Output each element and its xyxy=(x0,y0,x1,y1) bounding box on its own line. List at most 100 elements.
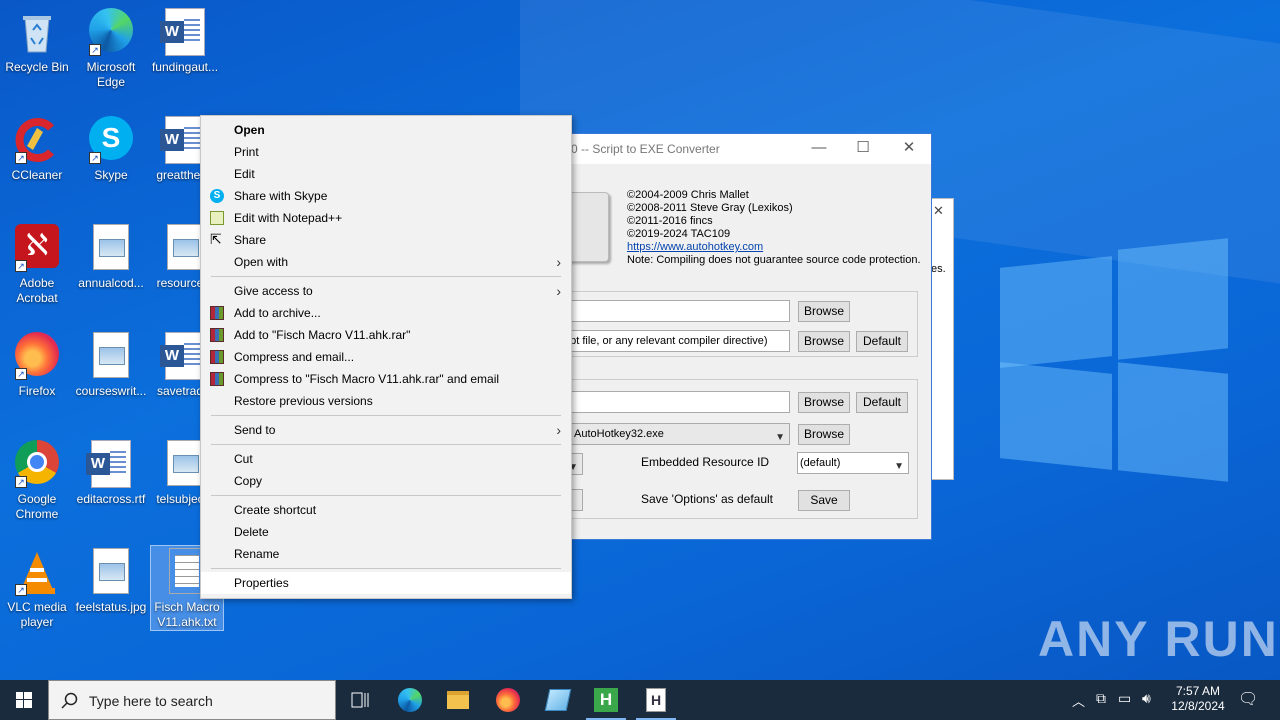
close-icon[interactable]: ✕ xyxy=(933,203,944,219)
source-script-field[interactable] xyxy=(561,300,790,322)
maximize-button[interactable]: ☐ xyxy=(853,138,873,158)
minimize-button[interactable]: — xyxy=(809,138,829,158)
autohotkey-link[interactable]: https://www.autohotkey.com xyxy=(627,241,763,253)
menu-item-edit-with-notepad-plus[interactable]: Edit with Notepad++ xyxy=(201,207,571,229)
default-destination-button[interactable]: Default xyxy=(856,331,908,352)
menu-separator xyxy=(211,276,561,277)
file-explorer-icon xyxy=(447,691,469,709)
destination-field[interactable]: ript file, or any relevant compiler dire… xyxy=(561,330,790,352)
clock-time: 7:57 AM xyxy=(1175,684,1221,698)
menu-item-create-shortcut[interactable]: Create shortcut xyxy=(201,499,571,521)
custom-icon-field[interactable] xyxy=(561,391,790,413)
desktop-icon-ccleaner[interactable]: ↗ CCleaner xyxy=(0,116,74,183)
menu-item-compress-to-rar-and-email[interactable]: Compress to "Fisch Macro V11.ahk.rar" an… xyxy=(201,368,571,390)
browse-base-button[interactable]: Browse xyxy=(798,424,850,445)
windows-logo-icon xyxy=(16,692,32,708)
shortcut-arrow-icon: ↗ xyxy=(89,152,101,164)
firefox-icon xyxy=(496,688,520,712)
menu-item-send-to[interactable]: Send to › xyxy=(201,419,571,441)
menu-item-give-access-to[interactable]: Give access to › xyxy=(201,280,571,302)
desktop-icon-adobe-acrobat[interactable]: ℵ ↗ Adobe Acrobat xyxy=(0,224,74,306)
chevron-up-icon[interactable]: ︿ xyxy=(1072,691,1085,710)
menu-separator xyxy=(211,568,561,569)
menu-item-compress-and-email[interactable]: Compress and email... xyxy=(201,346,571,368)
acrobat-icon: ℵ ↗ xyxy=(13,224,61,272)
menu-item-delete[interactable]: Delete xyxy=(201,521,571,543)
taskbar-ahk-compiler[interactable]: H xyxy=(632,680,680,720)
desktop-icon-fundingaut[interactable]: W fundingaut... xyxy=(148,8,222,75)
desktop-icon-recycle-bin[interactable]: Recycle Bin xyxy=(0,8,74,75)
embedded-resource-label: Embedded Resource ID xyxy=(641,455,770,469)
desktop-icon-editacross[interactable]: W editacross.rtf xyxy=(74,440,148,507)
shortcut-arrow-icon: ↗ xyxy=(89,44,101,56)
credit-line: ©2019-2024 TAC109 xyxy=(627,228,731,240)
desktop-icon-label: Google Chrome xyxy=(15,492,59,521)
clock[interactable]: 7:57 AM 12/8/2024 xyxy=(1168,684,1228,714)
network-icon[interactable]: ▭ xyxy=(1118,690,1131,707)
word-doc-icon: W xyxy=(160,8,209,56)
browse-source-button[interactable]: Browse xyxy=(798,301,850,322)
desktop-icon-courseswrit[interactable]: courseswrit... xyxy=(74,332,148,399)
desktop-icon-annualcod[interactable]: annualcod... xyxy=(74,224,148,291)
taskbar-edge[interactable] xyxy=(386,680,434,720)
menu-item-edit[interactable]: Edit xyxy=(201,163,571,185)
taskbar-firefox[interactable] xyxy=(484,680,532,720)
browse-destination-button[interactable]: Browse xyxy=(798,331,850,352)
menu-item-rename[interactable]: Rename xyxy=(201,543,571,565)
taskbar-search-box[interactable]: Type here to search xyxy=(48,680,336,720)
desktop-icon-label: Skype xyxy=(94,168,128,182)
credit-line: ©2008-2011 Steve Gray (Lexikos) xyxy=(627,202,793,214)
window-titlebar[interactable]: 0 -- Script to EXE Converter — ☐ ✕ xyxy=(561,134,931,164)
desktop-icon-vlc[interactable]: ↗ VLC media player xyxy=(0,548,74,630)
menu-item-cut[interactable]: Cut xyxy=(201,448,571,470)
start-button[interactable] xyxy=(0,680,48,720)
winrar-icon xyxy=(210,350,224,364)
ccleaner-icon: ↗ xyxy=(13,116,61,164)
volume-icon[interactable]: 🔊︎ xyxy=(1142,690,1151,707)
menu-item-open[interactable]: Open xyxy=(201,119,571,141)
desktop-icon-skype[interactable]: S ↗ Skype xyxy=(74,116,148,183)
desktop-icon-microsoft-edge[interactable]: ↗ Microsoft Edge xyxy=(74,8,148,90)
image-file-icon xyxy=(87,332,135,380)
default-icon-button[interactable]: Default xyxy=(856,392,908,413)
desktop-icon-firefox[interactable]: ↗ Firefox xyxy=(0,332,74,399)
compile-note: Note: Compiling does not guarantee sourc… xyxy=(627,254,921,266)
winrar-icon xyxy=(210,306,224,320)
desktop-icon-google-chrome[interactable]: ↗ Google Chrome xyxy=(0,440,74,522)
menu-item-open-with[interactable]: Open with › xyxy=(201,251,571,273)
chevron-right-icon: › xyxy=(556,283,561,299)
save-options-label: Save 'Options' as default xyxy=(641,492,773,506)
desktop-icon-feelstatus[interactable]: feelstatus.jpg xyxy=(74,548,148,615)
notification-icon[interactable]: 🗨︎ xyxy=(1238,689,1258,709)
base-file-dropdown[interactable]: AutoHotkey32.exe ▼ xyxy=(571,423,790,445)
menu-item-add-to-rar[interactable]: Add to "Fisch Macro V11.ahk.rar" xyxy=(201,324,571,346)
taskbar: Type here to search H H ︿ ⧉ ▭ 🔊︎ 7:57 AM… xyxy=(0,680,1280,720)
image-file-icon xyxy=(87,548,135,596)
menu-item-restore-previous-versions[interactable]: Restore previous versions xyxy=(201,390,571,412)
chrome-icon: ↗ xyxy=(13,440,61,488)
desktop-icon-label: VLC media player xyxy=(7,600,67,629)
task-view-button[interactable] xyxy=(336,680,384,720)
menu-item-print[interactable]: Print xyxy=(201,141,571,163)
base-file-value: AutoHotkey32.exe xyxy=(574,428,664,440)
menu-separator xyxy=(211,495,561,496)
close-button[interactable]: ✕ xyxy=(899,138,919,158)
browse-icon-button[interactable]: Browse xyxy=(798,392,850,413)
embedded-resource-dropdown[interactable]: (default) ▼ xyxy=(797,452,909,474)
taskbar-hiew[interactable]: H xyxy=(582,680,630,720)
context-menu: Open Print Edit S Share with Skype Edit … xyxy=(200,115,572,599)
menu-item-share[interactable]: ⇱ Share xyxy=(201,229,571,251)
save-options-button[interactable]: Save xyxy=(798,490,850,511)
menu-item-add-to-archive[interactable]: Add to archive... xyxy=(201,302,571,324)
taskbar-notepad[interactable] xyxy=(534,680,582,720)
taskbar-file-explorer[interactable] xyxy=(434,680,482,720)
window-title: 0 -- Script to EXE Converter xyxy=(571,142,720,156)
credit-line: ©2004-2009 Chris Mallet xyxy=(627,189,749,201)
menu-item-share-with-skype[interactable]: S Share with Skype xyxy=(201,185,571,207)
menu-item-copy[interactable]: Copy xyxy=(201,470,571,492)
shortcut-arrow-icon: ↗ xyxy=(15,584,27,596)
menu-item-properties[interactable]: Properties xyxy=(201,572,571,594)
firefox-icon: ↗ xyxy=(13,332,61,380)
meet-now-icon[interactable]: ⧉ xyxy=(1096,690,1106,707)
ahk2exe-window[interactable]: 0 -- Script to EXE Converter — ☐ ✕ ©2004… xyxy=(560,133,932,540)
